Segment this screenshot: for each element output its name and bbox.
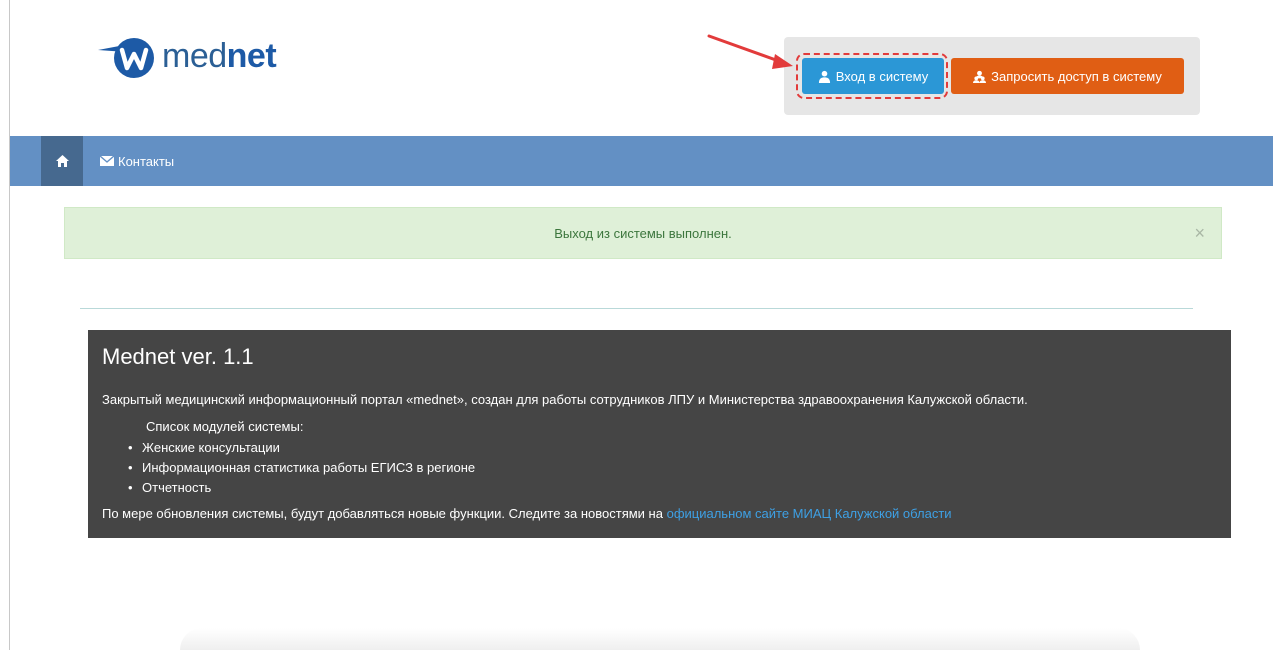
info-description: Закрытый медицинский информационный порт… (102, 392, 1028, 407)
info-panel: Mednet ver. 1.1 Закрытый медицинский инф… (88, 330, 1231, 538)
modules-heading: Список модулей системы: (146, 419, 304, 434)
request-access-button-label: Запросить доступ в систему (991, 68, 1162, 84)
logout-success-alert: Выход из системы выполнен. × (64, 207, 1222, 259)
user-icon (818, 70, 830, 83)
info-footer-text: По мере обновления системы, будут добавл… (102, 506, 663, 521)
list-item: Женские консультации (128, 438, 1217, 458)
list-item: Информационная статистика работы ЕГИСЗ в… (128, 458, 1217, 478)
modules-list: Женские консультации Информационная стат… (128, 438, 1217, 498)
divider (80, 308, 1193, 309)
nav-item-contacts[interactable]: Контакты (100, 136, 174, 186)
nav-home-button[interactable] (41, 136, 83, 186)
logo-text-light: med (162, 36, 227, 75)
pointer-arrow-icon (707, 34, 793, 69)
page-left-border (9, 0, 10, 650)
close-icon[interactable]: × (1194, 224, 1205, 242)
main-navbar: Контакты (10, 136, 1273, 186)
logo-text: mednet (162, 36, 277, 76)
users-icon (973, 70, 987, 83)
login-button[interactable]: Вход в систему (802, 58, 944, 94)
info-title: Mednet ver. 1.1 (102, 344, 254, 369)
mednet-logo-icon (98, 38, 154, 78)
request-access-button[interactable]: Запросить доступ в систему (951, 58, 1184, 94)
logo-text-bold: net (226, 36, 277, 75)
home-icon (55, 155, 69, 167)
footer-shadow (180, 628, 1140, 650)
alert-message: Выход из системы выполнен. (554, 225, 732, 241)
miac-site-link[interactable]: официальном сайте МИАЦ Калужской области (667, 506, 952, 521)
nav-item-contacts-label: Контакты (118, 153, 175, 169)
login-button-label: Вход в систему (835, 68, 929, 84)
info-footer: По мере обновления системы, будут добавл… (102, 506, 1217, 521)
logo[interactable]: mednet (96, 30, 277, 82)
envelope-icon (100, 156, 114, 166)
list-item: Отчетность (128, 478, 1217, 498)
